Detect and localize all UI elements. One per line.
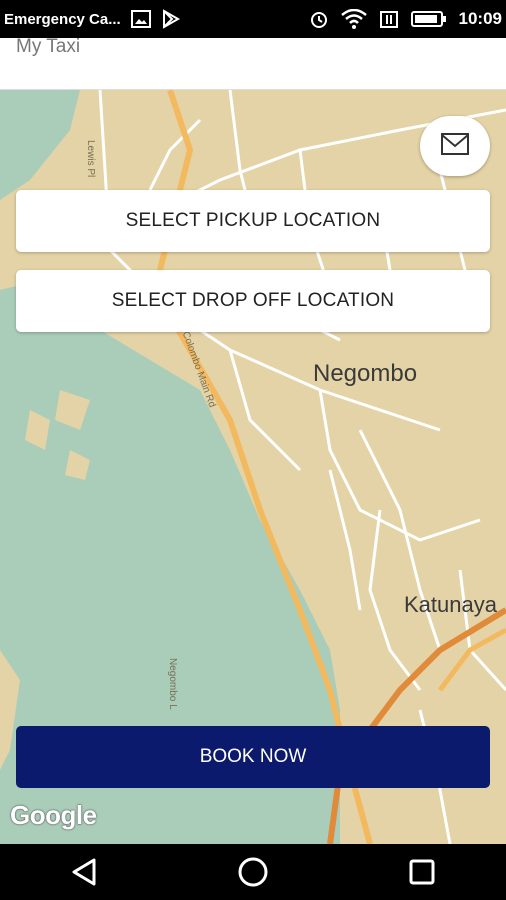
app-title: My Taxi [16, 36, 81, 57]
image-icon [130, 10, 151, 28]
mail-icon [440, 132, 470, 161]
recents-icon [409, 859, 435, 885]
app-bar: My Taxi [0, 36, 506, 90]
home-button[interactable] [223, 844, 283, 900]
road-label-lewis: Lewis Pl [85, 140, 96, 178]
status-bar: Emergency Ca... 10:09 [0, 0, 506, 38]
message-button[interactable] [420, 116, 490, 176]
clock: 10:09 [458, 9, 502, 28]
play-store-icon [161, 9, 181, 29]
map-label-katunayake: Katunaya [404, 592, 497, 617]
recents-button[interactable] [392, 844, 452, 900]
select-dropoff-button[interactable]: SELECT DROP OFF LOCATION [16, 270, 490, 332]
back-button[interactable] [54, 844, 114, 900]
wifi-icon [340, 9, 367, 29]
book-now-button[interactable]: BOOK NOW [16, 726, 490, 788]
google-logo: Google [10, 800, 97, 830]
notification-text: Emergency Ca... [4, 10, 121, 28]
navigation-bar [0, 844, 506, 900]
road-label-negombo-lagoon: Negombo L [167, 658, 178, 710]
back-icon [72, 858, 96, 886]
data-icon [379, 9, 399, 29]
alarm-icon [309, 9, 329, 29]
home-icon [238, 857, 268, 887]
battery-icon [410, 10, 447, 28]
select-pickup-button[interactable]: SELECT PICKUP LOCATION [16, 190, 490, 252]
map-label-negombo: Negombo [313, 360, 418, 387]
